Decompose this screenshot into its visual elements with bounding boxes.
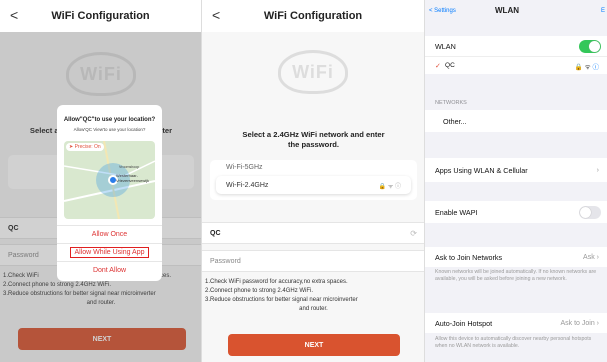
wlan-toggle-row: WLAN [425,36,607,56]
auto-join-hotspot-row[interactable]: Auto-Join Hotspot Ask to Join › [425,313,607,333]
page-title: WiFi Configuration [51,10,150,22]
page-title: WLAN [495,6,519,15]
connected-network-row[interactable]: ✓ QC 🔒 ᯤ ⓘ [425,56,607,74]
wifi-5ghz-label: Wi-Fi-5GHz [226,164,263,171]
password-placeholder: Password [210,257,241,265]
refresh-icon[interactable]: ⟳ [410,229,417,238]
tip-2: 2.Connect phone to strong 2.4GHz WiFi. [205,288,314,294]
alert-title: Allow"QC"to use your location? [63,117,156,123]
nav-bar: < WiFi Configuration [202,0,424,32]
back-button[interactable]: < [10,7,18,23]
location-permission-alert: Allow"QC"to use your location? Allow'QC … [57,105,162,281]
password-field[interactable]: Password [202,250,424,272]
wifi-24ghz-option[interactable]: Wi-Fi-2.4GHz 🔒 ᯤ ⓘ [216,176,411,194]
dont-allow-button[interactable]: Dont Allow [57,261,162,279]
tip-1: 1.Check WiFi password for accuracy,no ex… [205,279,348,285]
instruction-text: Select a 2.4GHz WiFi network and enter t… [242,130,385,149]
chevron-right-icon: › [596,166,599,174]
tip-3: 3.Reduce obstructions for better signal … [205,297,358,303]
enable-wapi-row: Enable WAPI [425,201,607,223]
lock-wifi-info-icons: 🔒 ᯤ ⓘ [574,63,599,71]
screen-wifi-configuration: < WiFi Configuration WiFi Select a 2.4GH… [202,0,425,362]
auto-join-hotspot-note: Allow this device to automatically disco… [435,336,592,349]
wlan-toggle[interactable] [579,39,601,53]
other-network-row[interactable]: Other... [425,110,607,132]
ask-to-join-row[interactable]: Ask to Join Networks Ask › [425,247,607,267]
back-button[interactable]: < [212,7,220,23]
ios-nav-bar: < Settings WLAN E [425,0,607,26]
next-button[interactable]: NEXT [228,334,400,356]
ssid-field[interactable]: QC ⟳ [202,222,424,244]
edit-button[interactable]: E [601,8,605,14]
map-place-label: Westerhaar-Vriezenveensewijk [116,173,149,183]
screen-ios-wlan-settings: < Settings WLAN E WLAN ✓ QC 🔒 ᯤ ⓘ NETWOR… [425,0,607,362]
nav-bar: < WiFi Configuration [0,0,201,32]
map-town-label: Vroomshoop [119,165,140,169]
allow-while-using-button[interactable]: Allow While Using App [57,243,162,261]
checkmark-icon: ✓ [435,61,442,70]
settings-back-button[interactable]: < Settings [429,8,456,14]
allow-once-button[interactable]: Allow Once [57,225,162,243]
tip-3-cont: and router. [299,306,328,312]
wifi-lock-signal-icons: 🔒 ᯤ ⓘ [378,183,401,190]
apps-using-wlan-row[interactable]: Apps Using WLAN & Cellular › [425,158,607,182]
alert-subtitle: Allow'QC View'to use your location? [73,127,146,132]
precise-toggle[interactable]: ➤ Precise: On [66,143,104,151]
page-title: WiFi Configuration [263,10,363,22]
ssid-value: QC [210,229,221,237]
wifi-logo: WiFi [278,50,348,94]
screen-location-permission: < WiFi Configuration WiFi Select a 2.4GH… [0,0,202,362]
networks-header: NETWORKS [435,100,467,106]
location-map: ➤ Precise: On Vroomshoop Westerhaar-Vrie… [64,141,155,219]
wapi-toggle[interactable] [579,205,601,219]
tips-list: 1.Check WiFi password for accuracy,no ex… [205,278,422,314]
ask-to-join-note: Known networks will be joined automatica… [435,269,597,282]
